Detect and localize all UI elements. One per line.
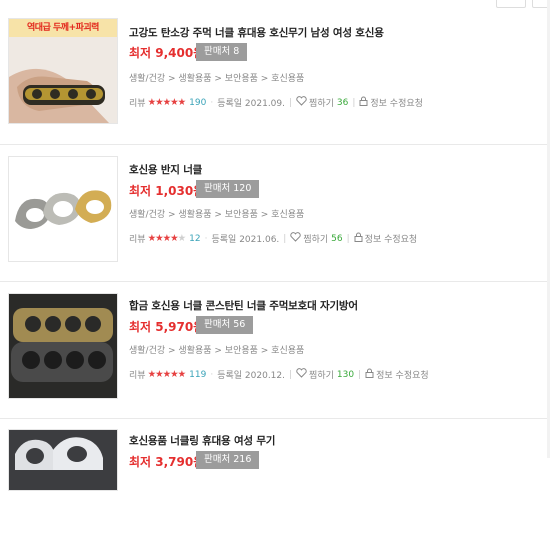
- product-price[interactable]: 최저 3,790원: [129, 453, 204, 470]
- separator: ·: [210, 369, 214, 380]
- registration-date: 등록일 2020.12.: [217, 371, 285, 381]
- zzim-count: 56: [331, 233, 343, 244]
- product-title[interactable]: 호신용품 너클링 휴대용 여성 무기: [129, 433, 275, 448]
- product-item[interactable]: 역대급 두께+파괴력 고강도 탄소강 주먹 너클 휴대용 호신무기 남성 여성 …: [0, 8, 550, 145]
- zzim-count: 36: [336, 97, 349, 108]
- review-label: 리뷰: [129, 99, 146, 109]
- rating-stars: ★★★★★: [147, 369, 187, 380]
- separator: |: [358, 369, 362, 380]
- top-cut-area: [0, 0, 550, 8]
- separator: |: [289, 97, 293, 108]
- product-item[interactable]: 호신용품 너클링 휴대용 여성 무기 최저 3,790원 판매처 216: [0, 419, 550, 555]
- ring-knuckle-photo: [9, 157, 117, 261]
- registration-date: 등록일 2021.06.: [211, 235, 280, 245]
- product-title[interactable]: 호신용 반지 너클: [129, 162, 202, 177]
- category-breadcrumb[interactable]: 생활/건강 > 생활용품 > 보안용품 > 호신용품: [129, 71, 304, 84]
- seller-count-badge[interactable]: 판매처 8: [196, 43, 248, 61]
- info-fix-request[interactable]: 정보 수정요청: [370, 96, 423, 109]
- category-breadcrumb[interactable]: 생활/건강 > 생활용품 > 보안용품 > 호신용품: [129, 343, 304, 356]
- separator: |: [346, 233, 350, 244]
- zzim-count: 130: [336, 369, 355, 380]
- heart-icon[interactable]: [290, 232, 302, 245]
- brass-knuckle-photo: [9, 294, 117, 398]
- product-meta: 리뷰 ★★★★★ 119 · 등록일 2020.12. | 찜하기 130 | …: [129, 368, 429, 381]
- product-thumbnail[interactable]: 역대급 두께+파괴력: [8, 18, 118, 124]
- review-label: 리뷰: [129, 235, 146, 245]
- rating-stars: ★★★★★: [147, 233, 187, 244]
- thumbnail-badge: 역대급 두께+파괴력: [9, 19, 117, 37]
- product-title[interactable]: 합금 호신용 너클 콘스탄틴 너클 주먹보호대 자기방어: [129, 298, 358, 313]
- seller-count-badge[interactable]: 판매처 120: [196, 180, 260, 198]
- top-button-partial[interactable]: [496, 0, 526, 8]
- heart-icon[interactable]: [296, 96, 307, 109]
- review-count[interactable]: 119: [189, 370, 206, 380]
- zzim-label[interactable]: 찜하기: [309, 96, 334, 109]
- zzim-label[interactable]: 찜하기: [309, 368, 334, 381]
- product-title[interactable]: 고강도 탄소강 주먹 너클 휴대용 호신무기 남성 여성 호신용: [129, 25, 384, 40]
- product-thumbnail[interactable]: [8, 429, 118, 491]
- zzim-label[interactable]: 찜하기: [303, 232, 328, 245]
- category-breadcrumb[interactable]: 생활/건강 > 생활용품 > 보안용품 > 호신용품: [129, 207, 304, 220]
- separator: |: [352, 97, 356, 108]
- product-thumbnail[interactable]: [8, 293, 118, 399]
- product-meta: 리뷰 ★★★★★ 190 · 등록일 2021.09. | 찜하기 36 | 정…: [129, 96, 423, 109]
- lock-icon: [365, 368, 374, 381]
- separator: ·: [204, 233, 208, 244]
- product-price[interactable]: 최저 1,030원: [129, 182, 204, 199]
- lock-icon: [354, 232, 363, 245]
- product-price[interactable]: 최저 9,400원: [129, 44, 204, 61]
- seller-count-badge[interactable]: 판매처 56: [196, 316, 254, 334]
- review-count[interactable]: 12: [189, 234, 200, 244]
- separator: |: [283, 233, 287, 244]
- rating-stars: ★★★★★: [147, 97, 187, 108]
- review-label: 리뷰: [129, 371, 146, 381]
- heart-icon[interactable]: [296, 368, 307, 381]
- product-meta: 리뷰 ★★★★★ 12 · 등록일 2021.06. | 찜하기 56 | 정보…: [129, 232, 417, 245]
- separator: |: [289, 369, 293, 380]
- product-price[interactable]: 최저 5,970원: [129, 318, 204, 335]
- info-fix-request[interactable]: 정보 수정요청: [365, 232, 418, 245]
- separator: ·: [210, 97, 214, 108]
- product-item[interactable]: 호신용 반지 너클 최저 1,030원 판매처 120 생활/건강 > 생활용품…: [0, 145, 550, 282]
- product-item[interactable]: 합금 호신용 너클 콘스탄틴 너클 주먹보호대 자기방어 최저 5,970원 판…: [0, 282, 550, 419]
- lock-icon: [359, 96, 368, 109]
- registration-date: 등록일 2021.09.: [217, 99, 285, 109]
- knuckle-ring-photo: [9, 430, 117, 490]
- product-thumbnail[interactable]: [8, 156, 118, 262]
- seller-count-badge[interactable]: 판매처 216: [196, 451, 260, 469]
- info-fix-request[interactable]: 정보 수정요청: [376, 368, 429, 381]
- review-count[interactable]: 190: [189, 98, 206, 108]
